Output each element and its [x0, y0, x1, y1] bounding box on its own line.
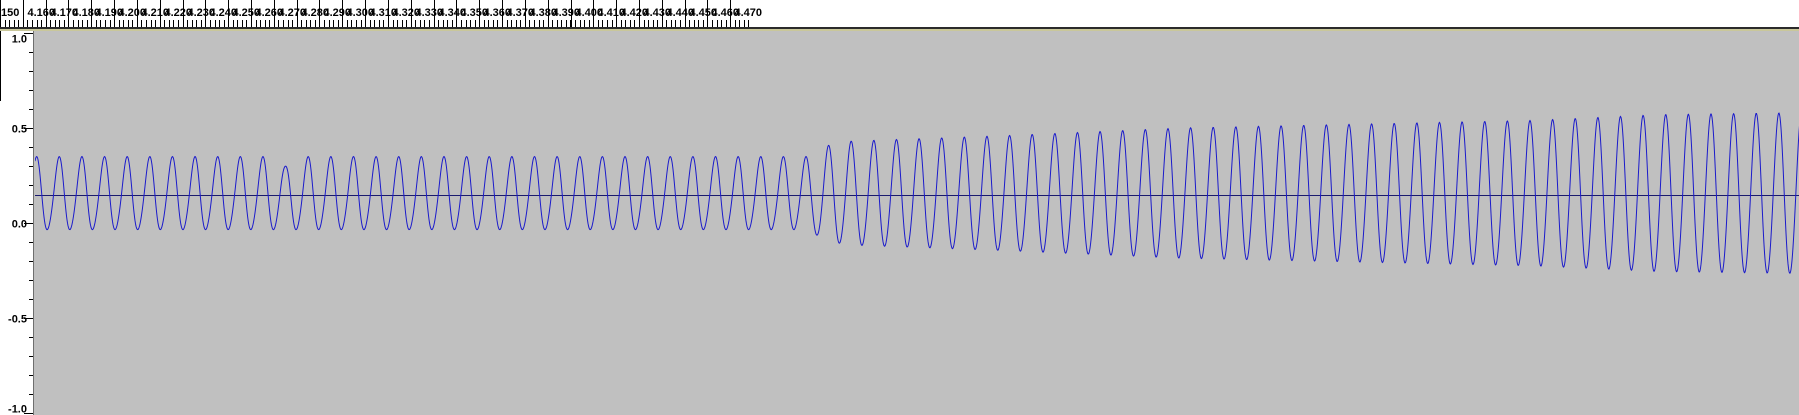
amplitude-tick-label: -1.0	[8, 404, 27, 415]
timeline-ruler[interactable]: 150 4.160 4.170 4.180 4.190 4.200 4.210 4.220 4.…	[0, 0, 1799, 27]
amplitude-ruler-graphic: 1.0 0.5 0.0 -0.5 -1.0	[0, 31, 33, 415]
audio-track[interactable]	[33, 31, 1799, 415]
amplitude-ruler[interactable]: 1.0 0.5 0.0 -0.5 -1.0	[0, 31, 33, 415]
audio-editor-view: 150 4.160 4.170 4.180 4.190 4.200 4.210 4.220 4.…	[0, 0, 1799, 415]
amplitude-tick-label: 0.5	[12, 124, 27, 136]
waveform-line	[35, 112, 1799, 274]
amplitude-tick-label: 1.0	[12, 34, 27, 46]
waveform-area[interactable]	[35, 33, 1799, 415]
timeline-tick-label: 4.470	[735, 7, 763, 19]
timeline-ruler-graphic: 150 4.1604.1704.1804.1904.2004.2104.2204.…	[0, 0, 763, 27]
timeline-tick-label: 150	[1, 7, 19, 19]
amplitude-tick-label: 0.0	[12, 219, 27, 231]
amplitude-tick-label: -0.5	[8, 314, 27, 326]
waveform-graphic	[35, 112, 1799, 274]
